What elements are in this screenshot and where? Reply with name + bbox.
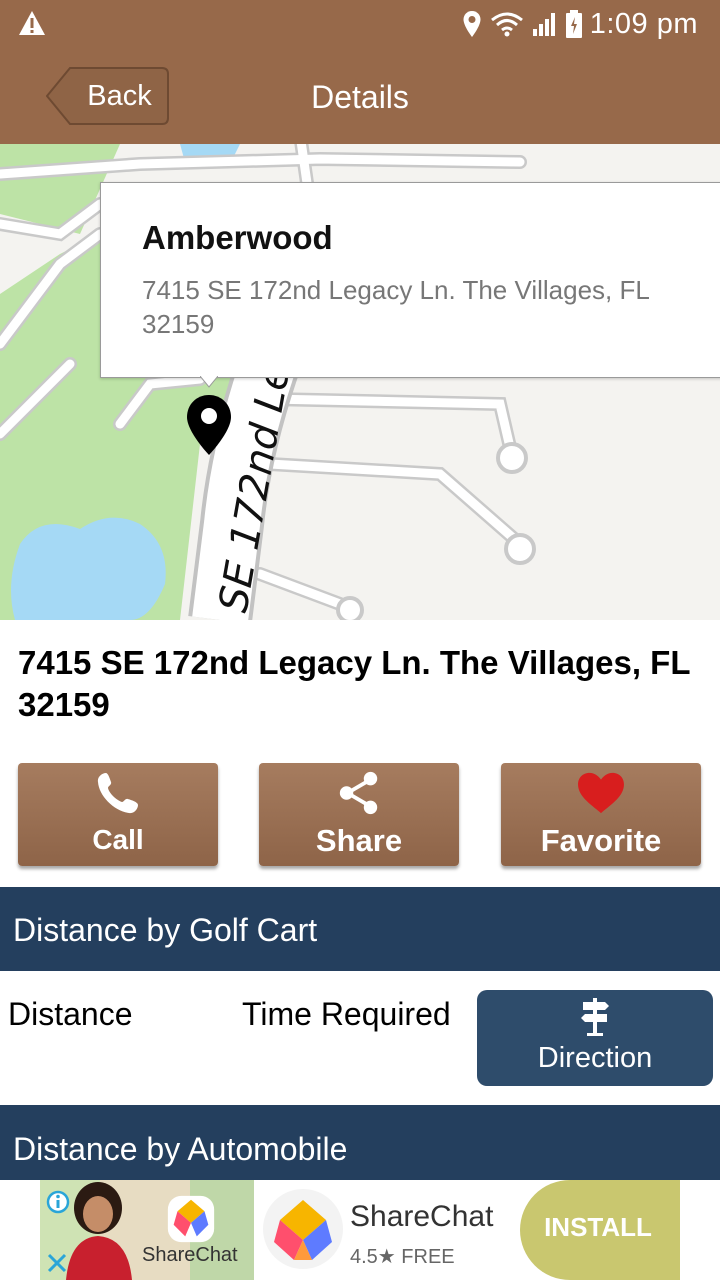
sharechat-logo-icon <box>263 1189 343 1269</box>
back-button-label: Back <box>87 80 152 112</box>
map-info-window[interactable]: Amberwood 7415 SE 172nd Legacy Ln. The V… <box>100 182 720 378</box>
ad-info-icon[interactable] <box>46 1190 70 1214</box>
map-view[interactable]: SE 172nd Le Amberwood 7415 SE 172nd Lega… <box>0 144 720 620</box>
section-header-golf-cart: Distance by Golf Cart <box>0 887 720 971</box>
signal-icon <box>532 13 555 36</box>
place-name: Amberwood <box>142 219 333 256</box>
favorite-button[interactable]: Favorite <box>501 763 701 866</box>
share-icon <box>339 771 378 815</box>
call-button-label: Call <box>92 824 144 855</box>
warning-icon <box>19 11 45 35</box>
location-icon <box>463 11 481 37</box>
place-address: 7415 SE 172nd Legacy Ln. The Villages, F… <box>142 275 649 339</box>
status-time: 1:09 pm <box>589 7 698 40</box>
battery-icon <box>565 10 582 38</box>
ad-app-name: ShareChat <box>350 1200 494 1233</box>
section-header-automobile: Distance by Automobile <box>0 1105 720 1180</box>
direction-button-label: Direction <box>537 1042 653 1074</box>
ad-close-icon[interactable] <box>46 1252 68 1274</box>
call-button[interactable]: Call <box>18 763 218 866</box>
share-button[interactable]: Share <box>259 763 459 866</box>
map-pin-icon[interactable] <box>185 394 233 456</box>
ad-banner[interactable]: ShareChat ShareChat 4.5★ FREE INSTALL <box>40 1180 680 1280</box>
favorite-button-label: Favorite <box>540 823 662 858</box>
ad-brand-small: ShareChat <box>142 1244 238 1266</box>
time-required-label: Time Required <box>242 996 451 1032</box>
wifi-icon <box>490 12 523 37</box>
phone-icon <box>97 773 138 814</box>
address-heading: 7415 SE 172nd Legacy Ln. The Villages, F… <box>18 644 690 723</box>
direction-button[interactable]: Direction <box>477 990 713 1086</box>
sharechat-logo-small-icon <box>167 1195 215 1243</box>
distance-label: Distance <box>8 996 133 1032</box>
info-window-tail <box>200 376 218 388</box>
ad-rating: 4.5★ FREE <box>350 1246 455 1268</box>
share-button-label: Share <box>315 823 403 858</box>
back-button[interactable]: Back <box>46 67 169 125</box>
signpost-icon <box>581 998 609 1036</box>
nav-bar: Details Back <box>0 48 720 144</box>
heart-icon <box>578 772 624 814</box>
install-button[interactable]: INSTALL <box>520 1180 680 1280</box>
ad-photo: ShareChat <box>40 1180 254 1280</box>
status-bar: 1:09 pm <box>0 0 720 48</box>
